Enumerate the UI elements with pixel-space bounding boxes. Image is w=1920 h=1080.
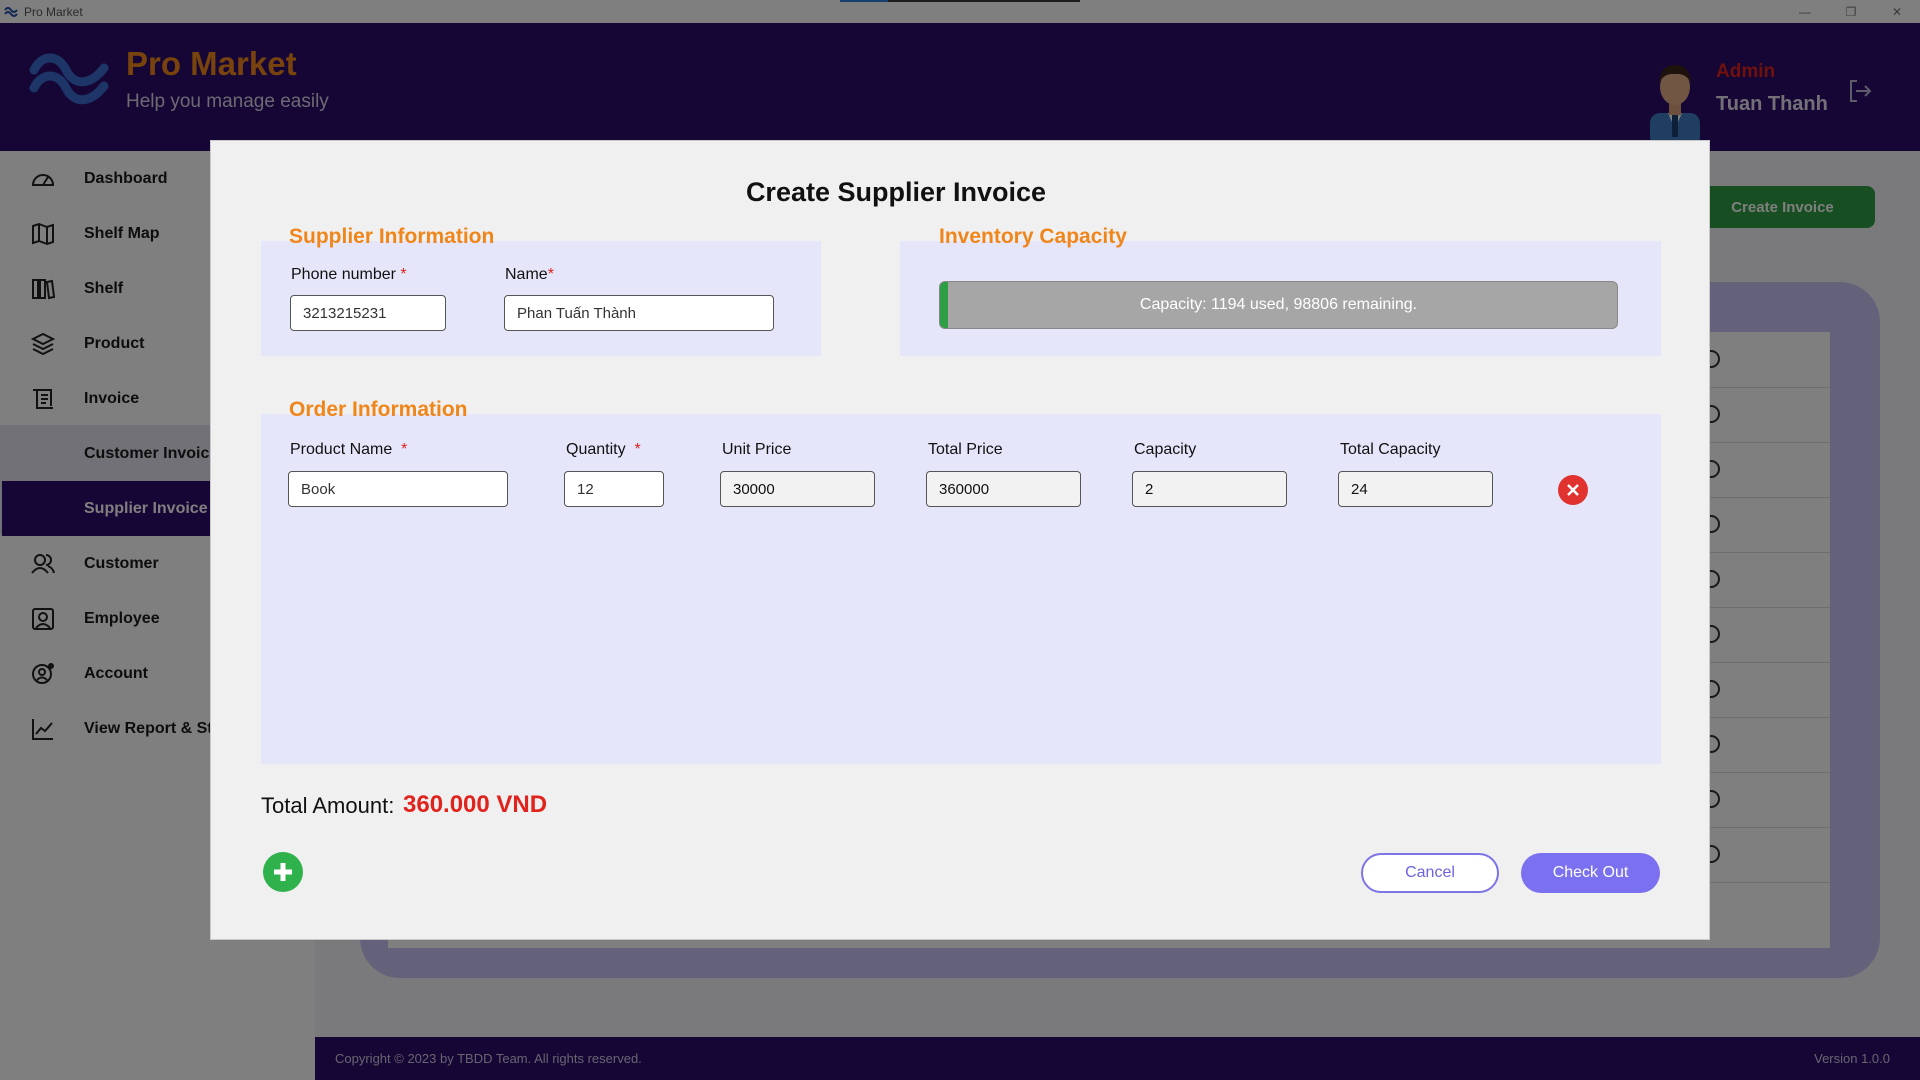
unit-price-field: 30000 [720, 471, 875, 507]
name-label-text: Name [505, 266, 548, 283]
total-price-label: Total Price [928, 441, 1003, 458]
required-mark: * [547, 266, 554, 283]
supplier-name-input[interactable]: Phan Tuấn Thành [504, 295, 774, 331]
phone-input[interactable]: 3213215231 [290, 295, 446, 331]
remove-row-button[interactable] [1558, 475, 1588, 505]
required-mark: * [634, 441, 641, 458]
capacity-text: Capacity: 1194 used, 98806 remaining. [1139, 296, 1418, 313]
close-icon [1567, 484, 1579, 496]
required-mark: * [400, 266, 407, 283]
plus-icon [274, 863, 292, 881]
checkout-button[interactable]: Check Out [1521, 853, 1660, 893]
name-label: Name* [505, 266, 554, 284]
product-name-label: Product Name * [290, 441, 407, 459]
order-info-panel [261, 414, 1661, 764]
capacity-progress-bar: Capacity: 1194 used, 98806 remaining. [939, 281, 1618, 329]
total-capacity-label: Total Capacity [1340, 441, 1441, 458]
total-price-field: 360000 [926, 471, 1081, 507]
total-amount-value: 360.000 VND [403, 791, 548, 818]
add-row-button[interactable] [263, 852, 303, 892]
supplier-section-title: Supplier Information [289, 225, 495, 248]
quantity-input[interactable]: 12 [564, 471, 664, 507]
dialog-title: Create Supplier Invoice [745, 177, 1047, 207]
inventory-section-title: Inventory Capacity [939, 225, 1127, 248]
phone-label: Phone number * [291, 266, 407, 284]
phone-label-text: Phone number [291, 266, 396, 283]
cancel-button[interactable]: Cancel [1361, 853, 1499, 893]
total-amount-label: Total Amount: [261, 793, 395, 818]
total-capacity-field: 24 [1338, 471, 1493, 507]
quantity-label: Quantity * [566, 441, 641, 459]
capacity-label: Capacity [1134, 441, 1197, 458]
order-section-title: Order Information [289, 398, 468, 421]
unit-price-label: Unit Price [722, 441, 792, 458]
capacity-field: 2 [1132, 471, 1287, 507]
required-mark: * [401, 441, 408, 458]
product-name-label-text: Product Name [290, 441, 393, 458]
product-name-input[interactable]: Book [288, 471, 508, 507]
create-supplier-invoice-dialog: Create Supplier Invoice Supplier Informa… [210, 140, 1710, 940]
quantity-label-text: Quantity [566, 441, 626, 458]
